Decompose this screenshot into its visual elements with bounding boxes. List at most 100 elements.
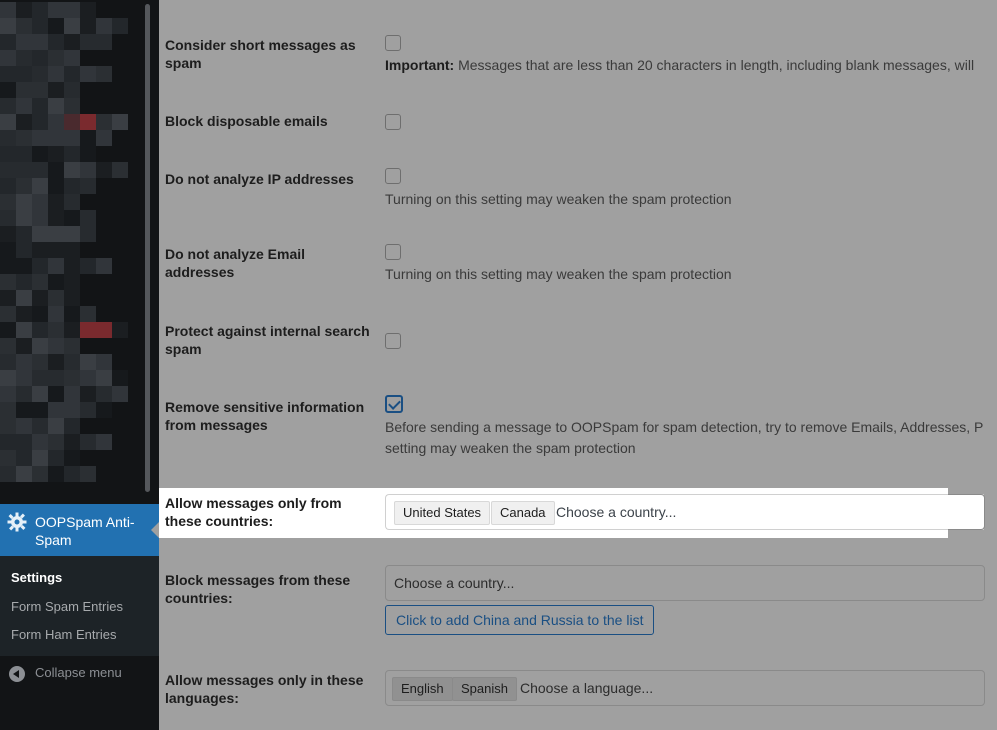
pixel-block: [32, 18, 48, 34]
collapse-menu-button[interactable]: Collapse menu: [0, 656, 159, 696]
pixel-block: [32, 210, 48, 226]
pixel-block: [0, 178, 16, 194]
add-china-russia-button[interactable]: Click to add China and Russia to the lis…: [385, 605, 655, 635]
allow-countries-select-end[interactable]: [948, 494, 985, 530]
pixel-block: [48, 178, 64, 194]
pixel-block: [0, 162, 16, 178]
allow-languages-select[interactable]: English Spanish Choose a language...: [385, 670, 985, 706]
pixel-block: [48, 18, 64, 34]
pixel-block: [64, 210, 80, 226]
pixel-block: [32, 162, 48, 178]
pixel-block: [64, 466, 80, 482]
internal-search-checkbox[interactable]: [385, 333, 401, 349]
pixel-block: [16, 258, 32, 274]
pixel-block: [64, 258, 80, 274]
pixel-block: [48, 338, 64, 354]
pixel-block: [32, 450, 48, 466]
pixel-block: [0, 50, 16, 66]
pixel-block: [32, 306, 48, 322]
no-email-checkbox[interactable]: [385, 244, 401, 260]
pixel-block: [48, 354, 64, 370]
pixel-block: [16, 306, 32, 322]
pixel-block: [112, 162, 128, 178]
pixel-block: [48, 258, 64, 274]
collapse-menu-label: Collapse menu: [35, 665, 122, 680]
pixel-block: [16, 418, 32, 434]
short-messages-note-text: Messages that are less than 20 character…: [458, 57, 975, 73]
pixel-block: [112, 114, 128, 130]
submenu-item-settings[interactable]: Settings: [11, 570, 62, 585]
pixel-block: [16, 338, 32, 354]
pixel-block: [80, 2, 96, 18]
pixel-block: [64, 402, 80, 418]
pixel-block: [64, 50, 80, 66]
language-tag-spanish[interactable]: Spanish: [452, 677, 517, 701]
pixel-block: [64, 274, 80, 290]
block-disposable-checkbox[interactable]: [385, 114, 401, 130]
pixel-block: [112, 322, 128, 338]
pixel-block: [64, 162, 80, 178]
pixel-block: [64, 66, 80, 82]
pixel-block: [64, 114, 80, 130]
pixel-block: [32, 82, 48, 98]
no-email-label: Do not analyze Email addresses: [165, 246, 306, 280]
gear-icon: [7, 512, 27, 532]
pixel-block: [64, 194, 80, 210]
pixel-block: [32, 466, 48, 482]
pixel-block: [16, 386, 32, 402]
pixel-block: [32, 34, 48, 50]
pixel-block: [0, 354, 16, 370]
submenu-item-form-ham-entries[interactable]: Form Ham Entries: [11, 627, 116, 642]
pixel-block: [16, 226, 32, 242]
pixel-block: [0, 386, 16, 402]
submenu-item-form-spam-entries[interactable]: Form Spam Entries: [11, 599, 123, 614]
pixel-block: [96, 18, 112, 34]
pixel-block: [0, 2, 16, 18]
pixel-block: [80, 258, 96, 274]
pixel-block: [96, 130, 112, 146]
sidebar-item-label: OOPSpam Anti-Spam: [35, 514, 135, 548]
pixel-block: [0, 194, 16, 210]
pixel-block: [16, 34, 32, 50]
pixel-block: [96, 114, 112, 130]
pixel-block: [0, 402, 16, 418]
pixel-block: [80, 114, 96, 130]
pixel-block: [80, 130, 96, 146]
pixel-block: [0, 306, 16, 322]
pixel-block: [16, 98, 32, 114]
no-ip-label: Do not analyze IP addresses: [165, 171, 354, 187]
pixel-block: [0, 226, 16, 242]
pixel-block: [64, 290, 80, 306]
pixel-block: [48, 98, 64, 114]
allow-countries-label: Allow messages only from these countries…: [165, 495, 342, 529]
pixel-block: [64, 434, 80, 450]
country-tag-united-states[interactable]: United States: [394, 501, 491, 525]
pixel-block: [80, 434, 96, 450]
block-countries-select[interactable]: Choose a country...: [385, 565, 985, 601]
pixel-block: [48, 290, 64, 306]
pixel-block: [16, 322, 32, 338]
allow-countries-placeholder: Choose a country...: [556, 504, 677, 520]
pixel-block: [48, 386, 64, 402]
no-ip-checkbox[interactable]: [385, 168, 401, 184]
sidebar-item-oopspam[interactable]: OOPSpam Anti-Spam: [0, 504, 159, 556]
allow-countries-select[interactable]: United States Canada Choose a country...: [385, 494, 984, 530]
sidebar-scrollbar[interactable]: [145, 4, 150, 492]
pixel-block: [96, 354, 112, 370]
pixel-block: [0, 130, 16, 146]
short-messages-checkbox[interactable]: [385, 35, 401, 51]
pixel-block: [0, 274, 16, 290]
remove-sensitive-checkbox[interactable]: [385, 395, 403, 413]
language-tag-english[interactable]: English: [392, 677, 453, 701]
pixel-block: [64, 322, 80, 338]
pixel-block: [64, 386, 80, 402]
pixel-block: [0, 34, 16, 50]
pixel-block: [16, 466, 32, 482]
pixel-block: [64, 178, 80, 194]
country-tag-canada[interactable]: Canada: [491, 501, 555, 525]
admin-sidebar: OOPSpam Anti-Spam Settings Form Spam Ent…: [0, 0, 159, 730]
pixel-block: [112, 386, 128, 402]
pixelated-menu-items: [0, 0, 159, 495]
no-email-note: Turning on this setting may weaken the s…: [385, 266, 732, 282]
pixel-block: [64, 18, 80, 34]
